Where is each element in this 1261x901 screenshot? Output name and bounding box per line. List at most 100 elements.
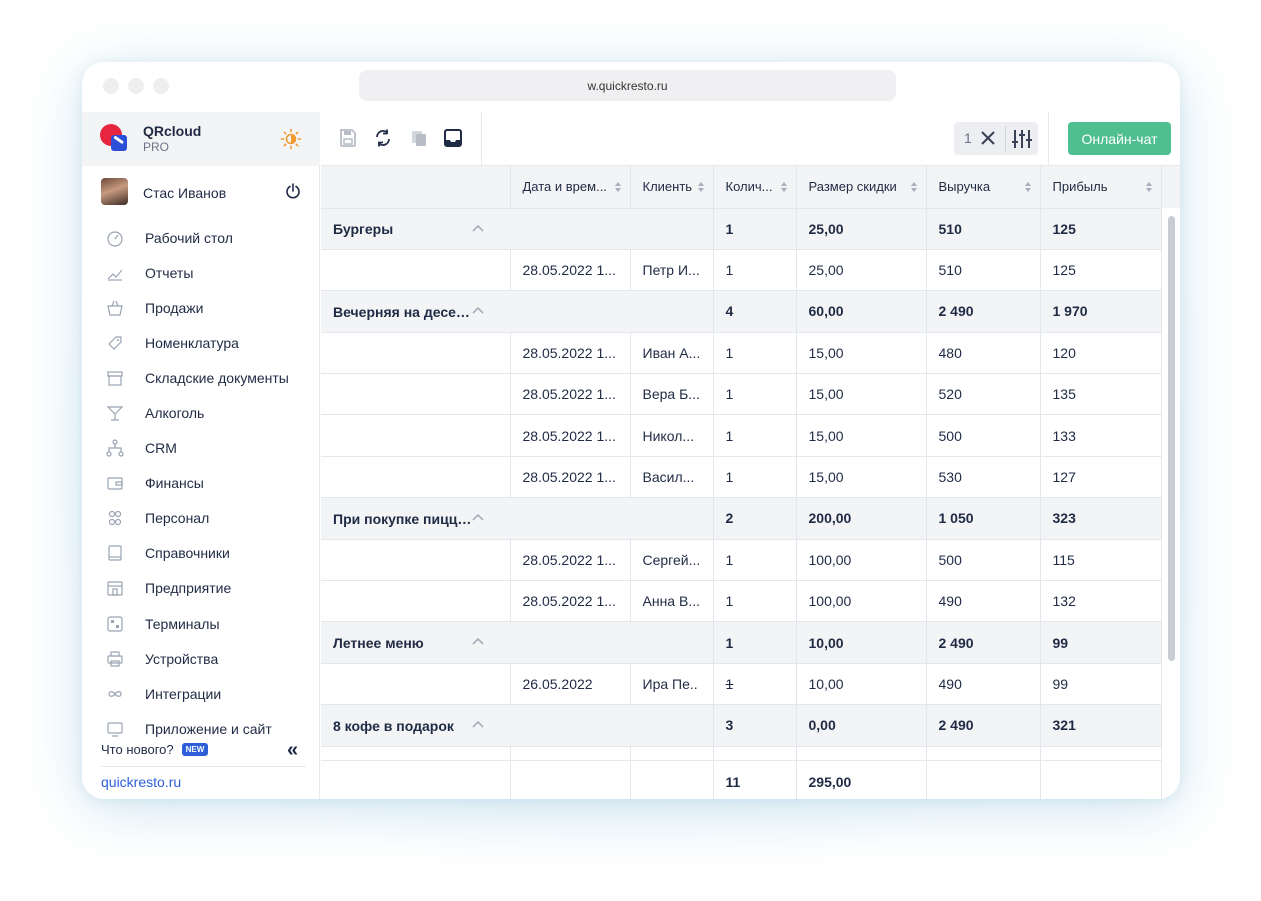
sidebar-item-4[interactable]: Номенклатура (82, 325, 320, 360)
cell: 28.05.2022 1... (510, 332, 631, 375)
column-header-2[interactable]: Клиенть (630, 166, 714, 209)
sidebar-divider (101, 766, 306, 767)
cell: 1 970 (1040, 290, 1161, 333)
sort-icon[interactable] (1024, 181, 1032, 193)
column-header-5[interactable]: Выручка (926, 166, 1041, 209)
refresh-icon[interactable] (372, 127, 394, 149)
column-header-3[interactable]: Колич... (713, 166, 797, 209)
group-name: При покупке пиццы... (333, 511, 473, 528)
address-bar[interactable]: w.quickresto.ru (359, 70, 896, 101)
store-icon (106, 579, 124, 597)
filter-settings-icon[interactable] (1010, 127, 1034, 151)
copy-icon[interactable] (408, 127, 430, 149)
table-row[interactable]: 28.05.2022 1... Петр И... 1 25,00 510 125 (321, 249, 1161, 292)
sidebar-item-8[interactable]: Финансы (82, 466, 320, 501)
cocktail-icon (106, 404, 124, 422)
printer-icon (106, 650, 124, 668)
chevron-up-icon[interactable] (471, 223, 485, 233)
browser-titlebar: w.quickresto.ru (82, 62, 1180, 112)
archive-icon (106, 369, 124, 387)
hierarchy-icon (106, 439, 124, 457)
sidebar-item-1[interactable]: Рабочий стол (82, 220, 320, 255)
chevron-up-icon[interactable] (471, 305, 485, 315)
group-row[interactable]: Бургеры 1 25,00 510 125 (321, 208, 1161, 250)
sidebar-item-10[interactable]: Справочники (82, 536, 320, 571)
group-row[interactable]: Летнее меню 1 10,00 2 490 99 (321, 621, 1161, 664)
cell: 4 (713, 290, 797, 333)
group-name: Вечерняя на десерт... (333, 304, 473, 321)
group-row[interactable]: Вечерняя на десерт... 4 60,00 2 490 1 970 (321, 290, 1161, 333)
user-block[interactable]: Стас Иванов (82, 174, 320, 210)
save-icon[interactable] (337, 127, 359, 149)
sidebar-item-label: Номенклатура (145, 334, 239, 351)
table-row[interactable]: 28.05.2022 1... Никол... 1 15,00 500 133 (321, 414, 1161, 457)
group-row[interactable]: При покупке пиццы... 2 200,00 1 050 323 (321, 497, 1161, 540)
cell: 530 (926, 456, 1041, 499)
sidebar-item-2[interactable]: Отчеты (82, 255, 320, 290)
total-cell (321, 760, 511, 799)
column-header-4[interactable]: Размер скидки (796, 166, 927, 209)
column-header-6[interactable]: Прибыль (1040, 166, 1161, 209)
theme-sun-icon[interactable] (280, 128, 302, 150)
cell: 127 (1040, 456, 1161, 499)
sidebar-item-label: Предприятие (145, 580, 232, 597)
sidebar-item-14[interactable]: Интеграции (82, 676, 320, 711)
sort-icon[interactable] (614, 181, 622, 193)
sidebar-item-11[interactable]: Предприятие (82, 571, 320, 606)
new-badge: NEW (181, 743, 209, 756)
chevron-up-icon[interactable] (471, 636, 485, 646)
cell: 10,00 (796, 621, 927, 664)
whats-new-link[interactable]: Что нового? NEW (101, 742, 209, 757)
sidebar-item-label: Терминалы (145, 615, 220, 632)
cell: Вера Б... (630, 373, 714, 416)
window-maximize-dot[interactable] (153, 78, 169, 94)
cell: Ира Пе.. (630, 663, 714, 706)
table-row[interactable]: 28.05.2022 1... Анна В... 1 100,00 490 132 (321, 580, 1161, 623)
inbox-icon[interactable] (442, 127, 464, 149)
column-header-1[interactable]: Дата и врем... (510, 166, 631, 209)
sort-icon[interactable] (1145, 181, 1153, 193)
brand-block[interactable]: QRcloud PRO (82, 112, 320, 166)
sort-icon[interactable] (697, 181, 705, 193)
cell: 0,00 (796, 704, 927, 747)
cell: 28.05.2022 1... (510, 456, 631, 499)
power-icon[interactable] (285, 183, 301, 199)
site-link[interactable]: quickresto.ru (101, 774, 181, 790)
group-row[interactable]: 8 кофе в подарок 3 0,00 2 490 321 (321, 704, 1161, 747)
collapse-sidebar-icon[interactable]: « (287, 739, 298, 762)
sort-icon[interactable] (780, 181, 788, 193)
sidebar-item-7[interactable]: CRM (82, 431, 320, 466)
cell: 25,00 (796, 208, 927, 250)
cell: 510 (926, 208, 1041, 250)
toolbar-divider (481, 112, 482, 166)
cell: Никол... (630, 414, 714, 457)
sidebar-item-12[interactable]: Терминалы (82, 606, 320, 641)
window-minimize-dot[interactable] (128, 78, 144, 94)
sidebar-item-5[interactable]: Складские документы (82, 360, 320, 395)
scrollbar-thumb[interactable] (1168, 216, 1175, 661)
sidebar: QRcloud PRO Стас Иванов Рабочий стол Отч… (82, 112, 320, 799)
cell: 1 (713, 580, 797, 623)
table-row[interactable]: 28.05.2022 1... Васил... 1 15,00 530 127 (321, 456, 1161, 499)
sidebar-item-label: CRM (145, 440, 177, 457)
sort-icon[interactable] (910, 181, 918, 193)
table-row[interactable]: 26.05.2022 Ира Пе.. 1 10,00 490 99 (321, 663, 1161, 706)
cell: 490 (926, 663, 1041, 706)
filter-box[interactable]: 1 (954, 122, 1038, 155)
sidebar-item-label: Рабочий стол (145, 229, 233, 246)
vertical-scrollbar[interactable] (1161, 166, 1180, 799)
sidebar-item-13[interactable]: Устройства (82, 641, 320, 676)
clear-filter-icon[interactable] (978, 128, 998, 148)
window-close-dot[interactable] (103, 78, 119, 94)
table-row[interactable]: 28.05.2022 1... Иван А... 1 15,00 480 120 (321, 332, 1161, 375)
cell (321, 249, 511, 292)
sidebar-item-9[interactable]: Персонал (82, 501, 320, 536)
sidebar-item-3[interactable]: Продажи (82, 290, 320, 325)
sidebar-item-6[interactable]: Алкоголь (82, 395, 320, 430)
chevron-up-icon[interactable] (471, 512, 485, 522)
table-row[interactable]: 28.05.2022 1... Вера Б... 1 15,00 520 135 (321, 373, 1161, 416)
filter-divider (1005, 126, 1006, 151)
online-chat-button[interactable]: Онлайн-чат (1068, 122, 1171, 155)
chevron-up-icon[interactable] (471, 719, 485, 729)
table-row[interactable]: 28.05.2022 1... Сергей... 1 100,00 500 115 (321, 539, 1161, 582)
